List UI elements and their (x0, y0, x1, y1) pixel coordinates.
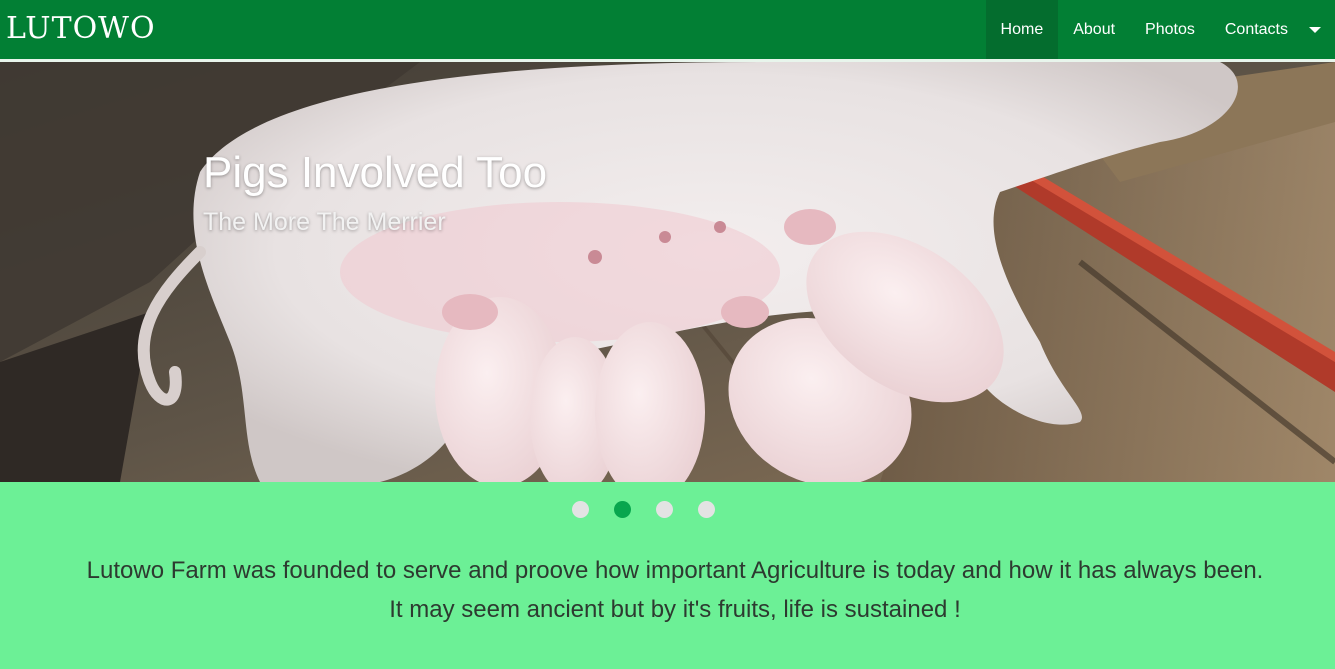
navbar: LUTOWO Home About Photos Contacts (0, 0, 1335, 62)
carousel-indicator-2[interactable] (614, 501, 631, 518)
main-nav: Home About Photos Contacts (985, 0, 1335, 59)
carousel-indicator-1[interactable] (572, 501, 589, 518)
brand-logo[interactable]: LUTOWO (6, 9, 156, 49)
hero-carousel: Pigs Involved Too The More The Merrier (0, 62, 1335, 482)
intro-line-1: Lutowo Farm was founded to serve and pro… (86, 557, 1264, 584)
nav-item-contacts[interactable]: Contacts (1210, 0, 1303, 59)
caret-down-icon (1309, 26, 1321, 33)
nav-dropdown-toggle[interactable] (1303, 0, 1335, 59)
intro-line-2: It may seem ancient but by it's fruits, … (389, 596, 961, 623)
slide-title: Pigs Involved Too (203, 148, 548, 197)
slide-subtitle: The More The Merrier (203, 208, 446, 236)
carousel-indicator-3[interactable] (656, 501, 673, 518)
slide-caption: Pigs Involved Too The More The Merrier (203, 146, 547, 238)
carousel-indicator-4[interactable] (698, 501, 715, 518)
hero-image (0, 62, 1335, 482)
nav-item-photos[interactable]: Photos (1130, 0, 1210, 59)
nav-item-home[interactable]: Home (985, 0, 1059, 59)
carousel-indicators (0, 501, 1335, 518)
nav-item-about[interactable]: About (1058, 0, 1130, 59)
intro-text: Lutowo Farm was founded to serve and pro… (20, 551, 1330, 629)
